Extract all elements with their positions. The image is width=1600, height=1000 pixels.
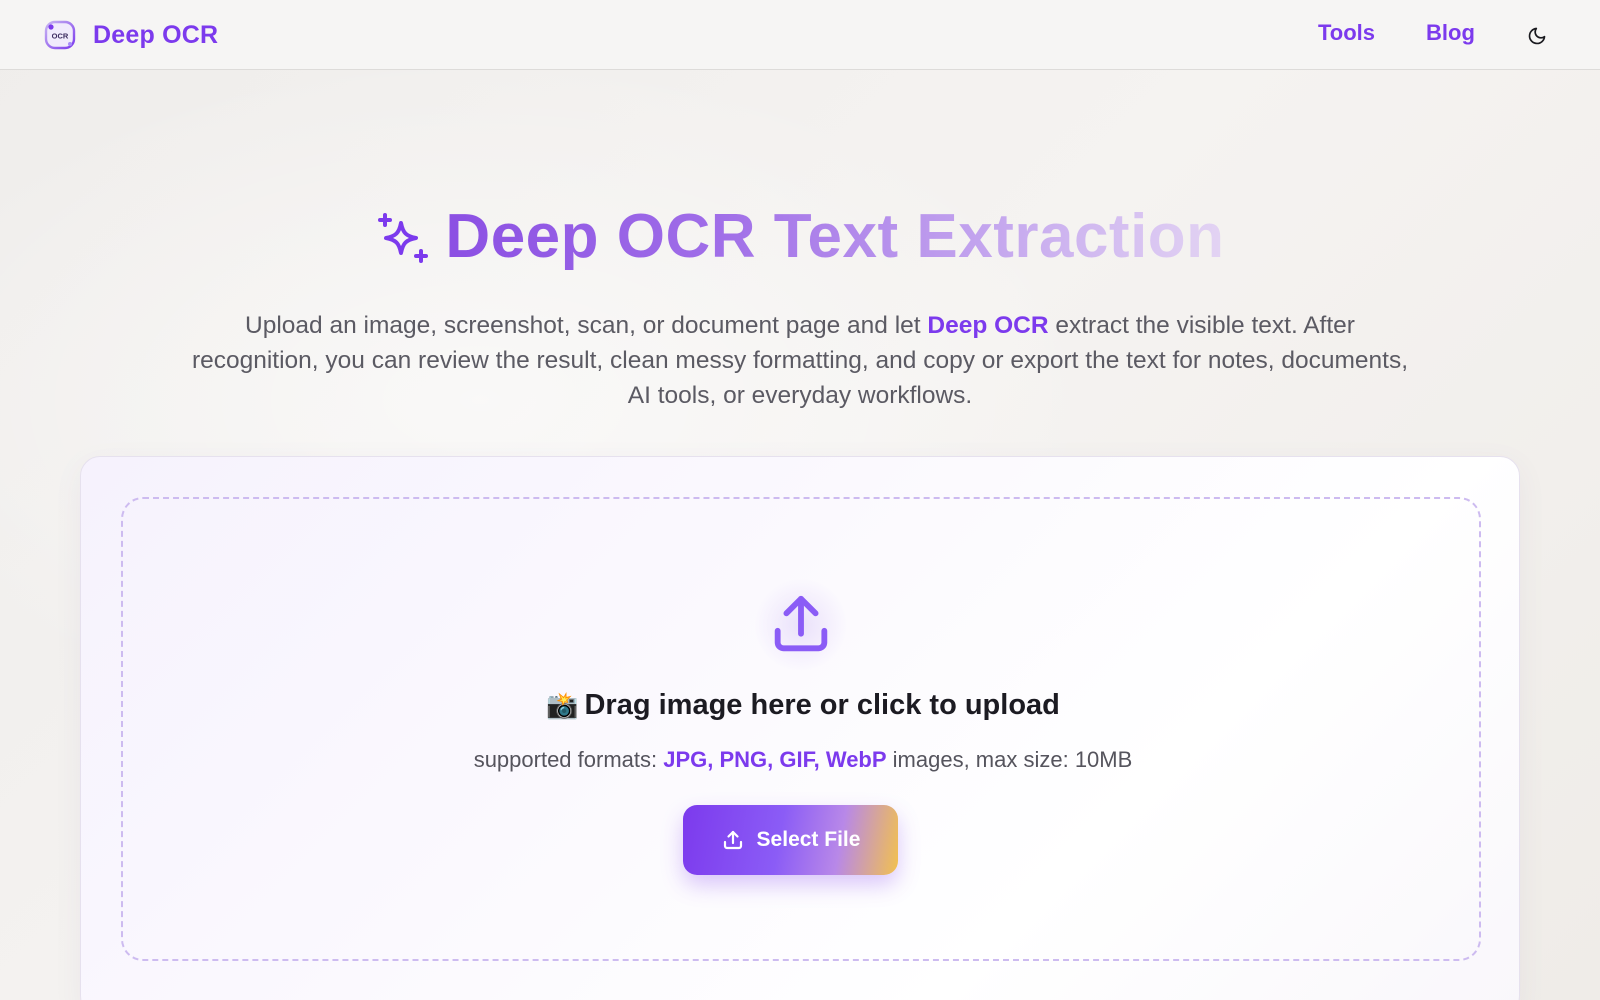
upload-dropzone[interactable]: 📸 Drag image here or click to upload supp… (121, 497, 1481, 961)
hero-description: Upload an image, screenshot, scan, or do… (190, 308, 1410, 413)
hero-title-row: Deep OCR Text Extraction (0, 200, 1600, 272)
upload-icon (755, 579, 847, 671)
sparkles-icon (375, 209, 431, 265)
page-title: Deep OCR Text Extraction (445, 201, 1225, 271)
select-file-label: Select File (756, 828, 861, 851)
formats-prefix: supported formats: (473, 747, 664, 772)
theme-toggle-button[interactable] (1524, 23, 1550, 49)
dropzone-title-text: Drag image here or click to upload (584, 689, 1060, 721)
hero-desc-part1: Upload an image, screenshot, scan, or do… (245, 312, 928, 339)
moon-icon (1527, 26, 1547, 46)
formats-suffix: images, max size: 10MB (886, 747, 1133, 772)
brand-name: Deep OCR (93, 20, 219, 49)
camera-flash-icon: 📸 (546, 691, 579, 721)
svg-text:OCR: OCR (52, 32, 69, 41)
dropzone-title: 📸 Drag image here or click to upload (123, 689, 1483, 722)
upload-icon (721, 828, 745, 852)
formats-list: JPG, PNG, GIF, WebP (663, 747, 887, 772)
ocr-logo-icon: OCR (44, 19, 76, 51)
supported-formats-text: supported formats: JPG, PNG, GIF, WebP i… (123, 747, 1483, 773)
top-nav-bar: OCR Deep OCR Tools Blog (0, 0, 1600, 70)
select-file-button[interactable]: Select File (683, 805, 898, 875)
hero-desc-highlight: Deep OCR (927, 312, 1049, 339)
nav-tools-link[interactable]: Tools (1318, 20, 1375, 46)
brand-home-link[interactable]: OCR Deep OCR (44, 18, 218, 52)
upload-card: 📸 Drag image here or click to upload supp… (80, 456, 1520, 1000)
nav-blog-link[interactable]: Blog (1426, 20, 1475, 46)
